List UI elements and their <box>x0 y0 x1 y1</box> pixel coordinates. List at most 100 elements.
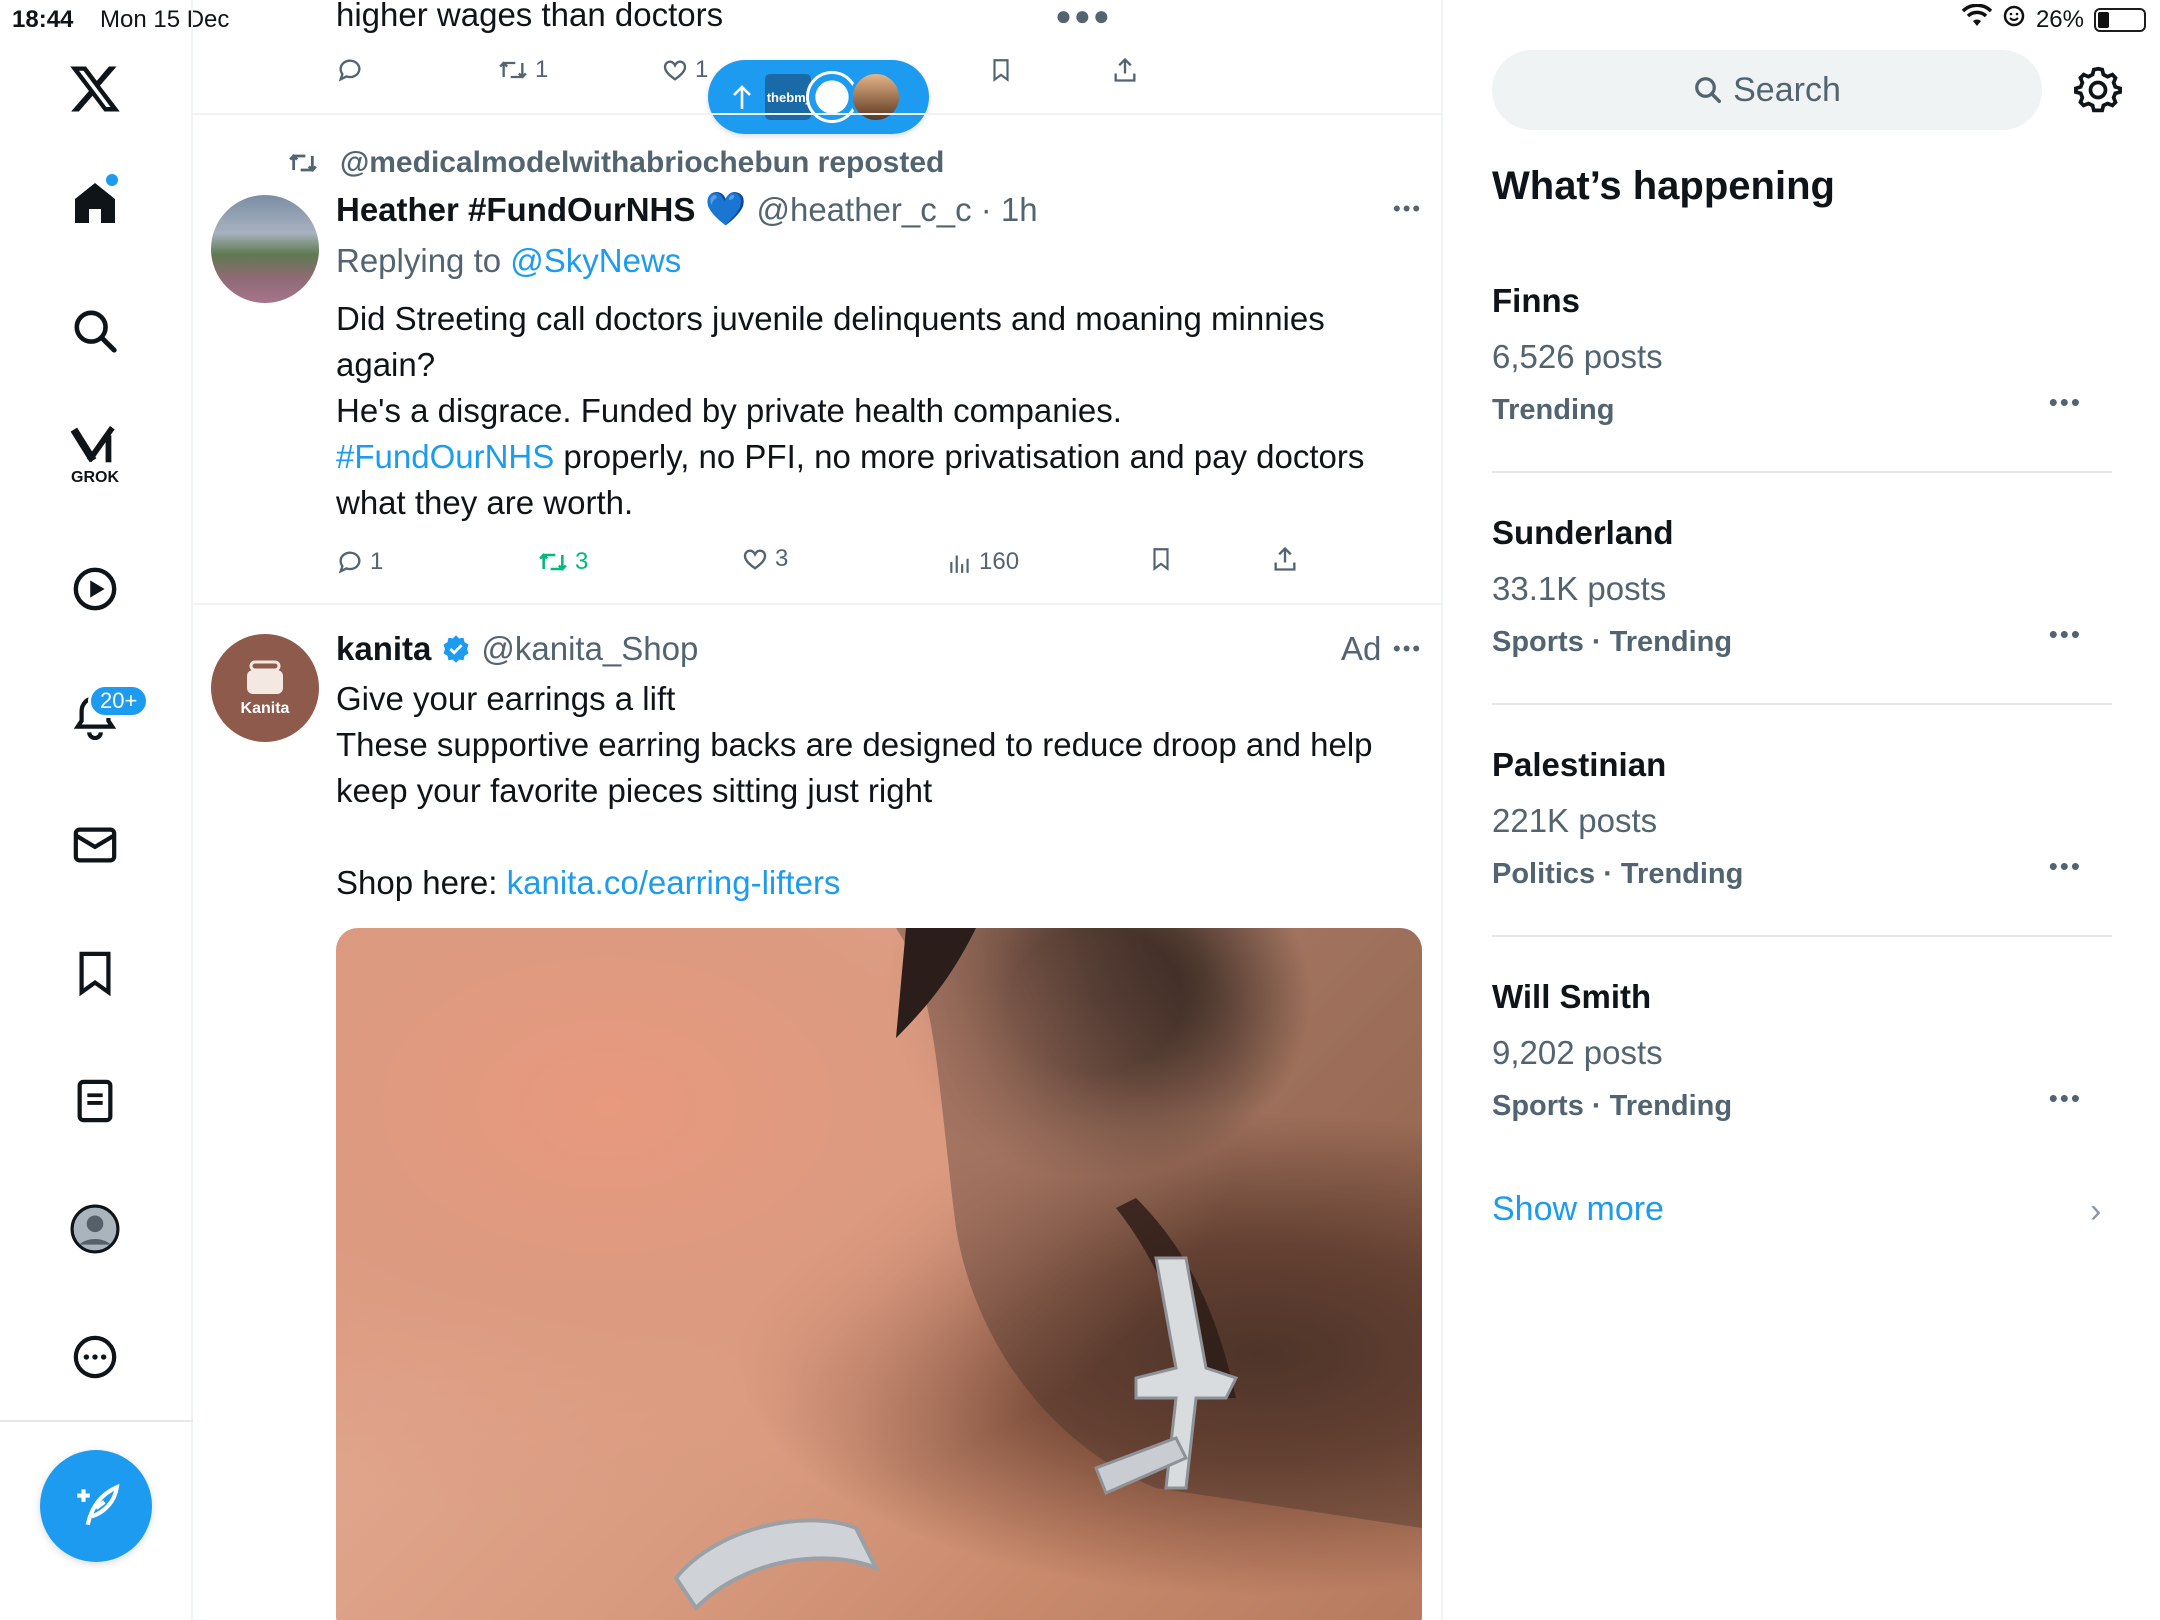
show-more-link[interactable]: Show more <box>1492 1190 1664 1229</box>
trend-meta: Politics · Trending <box>1492 858 1744 890</box>
trend-item[interactable]: Palestinian 221K posts Politics · Trendi… <box>1492 746 2112 896</box>
arrow-up-icon <box>733 85 751 109</box>
kanita-avatar[interactable]: Kanita <box>211 634 319 742</box>
bookmark-button[interactable] <box>988 56 1014 84</box>
post-line-rest: properly, no PFI, no more privatisation … <box>554 438 1365 475</box>
repost-icon <box>539 553 567 571</box>
share-button[interactable] <box>1271 545 1299 573</box>
repost-icon <box>499 61 527 79</box>
x-logo-icon[interactable] <box>62 56 128 122</box>
bookmarks-icon[interactable] <box>62 940 128 1006</box>
replying-to-line: Replying to @SkyNews <box>336 238 681 284</box>
views-count: 160 <box>979 548 1020 575</box>
trend-divider <box>1492 935 2112 937</box>
bookmark-button[interactable] <box>1148 545 1174 573</box>
reply-icon <box>338 551 361 574</box>
main-feed: higher wages than doctors ●●● 1 1 thebmj… <box>193 0 1443 1620</box>
more-options-icon[interactable] <box>62 1324 128 1390</box>
trend-meta: Sports · Trending <box>1492 1090 1733 1122</box>
trend-divider <box>1492 703 2112 705</box>
bookmark-icon <box>1153 548 1169 571</box>
trend-more-icon[interactable]: ••• <box>2049 387 2082 418</box>
profile-avatar-icon[interactable] <box>62 1196 128 1262</box>
views-chart-icon <box>950 555 969 573</box>
like-button[interactable]: 3 <box>741 545 788 573</box>
reply-button[interactable]: 1 <box>336 548 383 576</box>
bookmark-icon <box>993 59 1009 82</box>
post-line: what they are worth. <box>336 484 634 521</box>
search-icon <box>1695 77 1722 103</box>
trend-item[interactable]: Sunderland 33.1K posts Sports · Trending… <box>1492 514 2112 664</box>
messages-icon[interactable] <box>62 812 128 878</box>
replying-prefix: Replying to <box>336 242 511 279</box>
shop-prefix: Shop here: <box>336 864 507 901</box>
like-count: 3 <box>775 545 789 572</box>
trend-posts: 6,526 posts <box>1492 338 1663 375</box>
author-name[interactable]: Heather #FundOurNHS <box>336 191 695 229</box>
share-icon <box>1114 57 1136 82</box>
like-count: 1 <box>695 56 709 83</box>
post-divider <box>193 603 1441 605</box>
heart-icon <box>743 549 767 570</box>
trend-name: Sunderland <box>1492 514 1674 551</box>
ad-line: Shop here: kanita.co/earring-lifters <box>336 860 1373 906</box>
share-icon <box>1274 546 1296 571</box>
trend-more-icon[interactable]: ••• <box>2049 1083 2082 1114</box>
post-more-icon[interactable]: ••• <box>1393 196 1422 222</box>
repost-icon <box>289 154 317 172</box>
compose-feather-icon <box>77 1483 120 1526</box>
like-button[interactable]: 1 <box>661 56 708 84</box>
search-placeholder: Search <box>1733 70 1841 109</box>
repost-button[interactable]: 3 <box>537 548 588 576</box>
search-input[interactable]: Search <box>1492 50 2042 130</box>
grok-label: GROK <box>71 469 119 486</box>
hashtag-link[interactable]: #FundOurNHS <box>336 438 554 475</box>
post-divider <box>193 113 1441 115</box>
kanita-logo-icon <box>247 660 283 694</box>
trend-posts: 33.1K posts <box>1492 570 1667 607</box>
ad-body: Give your earrings a lift These supporti… <box>336 676 1373 906</box>
notifications-badge: 20+ <box>88 684 150 718</box>
new-posts-pill[interactable]: thebmj <box>708 60 929 134</box>
blue-heart-emoji: 💙 <box>705 190 747 227</box>
grok-icon[interactable]: GROK <box>62 422 128 488</box>
author-handle[interactable]: @kanita_Shop <box>481 630 698 668</box>
search-icon[interactable] <box>62 298 128 364</box>
video-icon[interactable] <box>62 556 128 622</box>
post-more-icon[interactable]: ••• <box>1393 636 1422 662</box>
repost-count: 1 <box>535 56 549 83</box>
ad-label: Ad <box>1341 630 1382 667</box>
trend-more-icon[interactable]: ••• <box>2049 619 2082 650</box>
trend-item[interactable]: Finns 6,526 posts Trending ••• <box>1492 282 2112 432</box>
shop-link[interactable]: kanita.co/earring-lifters <box>507 864 841 901</box>
repost-count: 3 <box>575 548 589 575</box>
compose-button[interactable] <box>40 1450 152 1562</box>
home-icon[interactable] <box>62 170 128 236</box>
trend-name: Finns <box>1492 282 1580 319</box>
heart-icon <box>663 60 687 81</box>
repost-header: @medicalmodelwithabriochebun reposted <box>286 146 944 180</box>
repost-by: @medicalmodelwithabriochebun reposted <box>340 146 945 179</box>
lists-icon[interactable] <box>62 1068 128 1134</box>
author-name[interactable]: kanita <box>336 630 431 668</box>
replying-to-link[interactable]: @SkyNews <box>510 242 681 279</box>
repost-button[interactable]: 1 <box>497 56 548 84</box>
post-body: Did Streeting call doctors juvenile deli… <box>336 296 1364 526</box>
ad-line: These supportive earring backs are desig… <box>336 726 1373 763</box>
chevron-right-icon[interactable]: › <box>2090 1192 2101 1231</box>
trend-item[interactable]: Will Smith 9,202 posts Sports · Trending… <box>1492 978 2112 1128</box>
views-button[interactable]: 160 <box>947 548 1019 576</box>
author-handle-time[interactable]: @heather_c_c · 1h <box>756 191 1037 229</box>
share-button[interactable] <box>1111 56 1139 84</box>
verified-badge-icon <box>443 635 469 663</box>
trend-more-icon[interactable]: ••• <box>2049 851 2082 882</box>
user-avatar[interactable] <box>211 195 319 303</box>
reply-count: 1 <box>370 548 384 575</box>
post-line: #FundOurNHS properly, no PFI, no more pr… <box>336 434 1364 480</box>
pill-avatar-3 <box>850 71 902 123</box>
reply-button[interactable] <box>336 56 364 84</box>
left-nav: GROK 20+ <box>0 0 193 1620</box>
more-icon[interactable]: ●●● <box>1055 0 1112 32</box>
ad-media-image[interactable] <box>336 928 1422 1620</box>
settings-gear-icon[interactable] <box>2073 65 2123 115</box>
